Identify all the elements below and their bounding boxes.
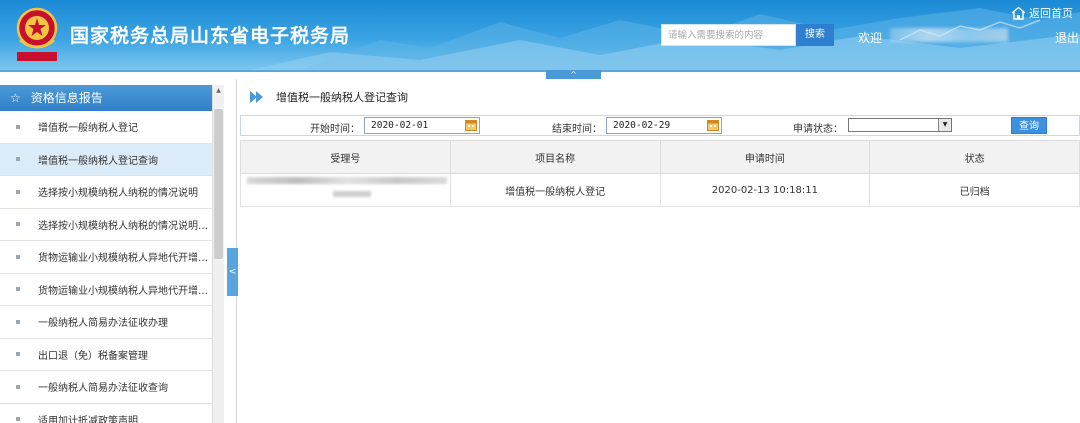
sidebar-item[interactable]: 选择按小规模纳税人纳税的情况说明 bbox=[0, 176, 212, 209]
end-date-input[interactable]: 2020-02-29 bbox=[606, 117, 722, 134]
acceptance-no-cell-redacted bbox=[240, 173, 451, 207]
calendar-icon[interactable] bbox=[465, 119, 477, 131]
bullet-icon bbox=[16, 189, 20, 194]
collapse-sidebar-toggle[interactable]: < bbox=[227, 248, 238, 296]
sidebar-item-label: 适用加计抵减政策声明 bbox=[38, 415, 138, 423]
column-header-acceptance-no: 受理号 bbox=[240, 140, 451, 174]
sidebar-item[interactable]: 货物运输业小规模纳税人异地代开增值... bbox=[0, 274, 212, 306]
bullet-icon bbox=[16, 254, 20, 259]
star-icon: ☆ bbox=[10, 91, 21, 105]
start-date-input[interactable]: 2020-02-01 bbox=[364, 117, 480, 134]
home-link-label: 返回首页 bbox=[1029, 7, 1073, 20]
sidebar-item[interactable]: 货物运输业小规模纳税人异地代开增值... bbox=[0, 241, 212, 274]
home-icon bbox=[1011, 6, 1026, 20]
bullet-icon bbox=[16, 222, 20, 227]
sidebar-item[interactable]: 一般纳税人简易办法征收办理 bbox=[0, 306, 212, 339]
search-input[interactable] bbox=[661, 24, 796, 46]
apply-time-cell: 2020-02-13 10:18:11 bbox=[659, 173, 871, 207]
bullet-icon bbox=[16, 157, 20, 162]
collapse-header-toggle[interactable]: ^ bbox=[546, 70, 601, 79]
start-date-label: 开始时间： bbox=[310, 124, 360, 135]
bullet-icon bbox=[16, 384, 20, 389]
sidebar-item[interactable]: 选择按小规模纳税人纳税的情况说明查... bbox=[0, 209, 212, 241]
tax-bureau-emblem-icon bbox=[16, 7, 58, 61]
bullet-icon bbox=[16, 319, 20, 324]
status-label: 申请状态： bbox=[793, 124, 843, 135]
sidebar-item-label: 一般纳税人简易办法征收查询 bbox=[38, 383, 168, 395]
bullet-icon bbox=[16, 124, 20, 129]
status-select[interactable]: ▼ bbox=[848, 118, 952, 132]
sidebar-item-label: 货物运输业小规模纳税人异地代开增值... bbox=[38, 285, 212, 297]
sidebar-section-header[interactable]: ☆ 资格信息报告 bbox=[0, 85, 224, 111]
chevron-down-icon[interactable]: ▼ bbox=[938, 119, 951, 131]
sidebar-menu: 增值税一般纳税人登记 增值税一般纳税人登记查询 选择按小规模纳税人纳税的情况说明… bbox=[0, 111, 224, 423]
results-table: 受理号 项目名称 申请时间 状态 增值税一般纳税人登记 2020-02-13 1… bbox=[240, 140, 1080, 207]
sidebar-item-label: 货物运输业小规模纳税人异地代开增值... bbox=[38, 253, 212, 265]
query-button[interactable]: 查询 bbox=[1011, 117, 1047, 134]
page-title: 增值税一般纳税人登记查询 bbox=[276, 91, 408, 104]
start-date-value: 2020-02-01 bbox=[371, 120, 429, 131]
end-date-label: 结束时间： bbox=[552, 124, 602, 135]
sidebar-item[interactable]: 增值税一般纳税人登记 bbox=[0, 111, 212, 144]
end-date-value: 2020-02-29 bbox=[613, 120, 671, 131]
item-name-cell: 增值税一般纳税人登记 bbox=[449, 173, 661, 207]
sidebar-item[interactable]: 一般纳税人简易办法征收查询 bbox=[0, 371, 212, 404]
sidebar-item[interactable]: 适用加计抵减政策声明 bbox=[0, 404, 212, 423]
sidebar-item-label: 一般纳税人简易办法征收办理 bbox=[38, 318, 168, 330]
scrollbar-thumb[interactable] bbox=[214, 109, 223, 259]
bullet-icon bbox=[16, 417, 20, 422]
sidebar-item-label: 出口退（免）税备案管理 bbox=[38, 350, 148, 362]
status-cell: 已归档 bbox=[869, 173, 1080, 207]
sidebar: ☆ 资格信息报告 增值税一般纳税人登记 增值税一般纳税人登记查询 选择按小规模纳… bbox=[0, 85, 224, 423]
site-title: 国家税务总局山东省电子税务局 bbox=[70, 25, 351, 47]
scroll-up-arrow-icon[interactable]: ▲ bbox=[213, 85, 224, 97]
username-redacted bbox=[890, 28, 1008, 42]
sidebar-item[interactable]: 出口退（免）税备案管理 bbox=[0, 339, 212, 371]
sidebar-section-title: 资格信息报告 bbox=[30, 91, 103, 105]
column-header-apply-time: 申请时间 bbox=[659, 140, 871, 174]
sidebar-item-active[interactable]: 增值税一般纳税人登记查询 bbox=[0, 143, 212, 176]
double-arrow-icon bbox=[250, 91, 263, 103]
bullet-icon bbox=[16, 287, 20, 292]
sidebar-item-label: 选择按小规模纳税人纳税的情况说明查... bbox=[38, 220, 212, 232]
table-row[interactable]: 增值税一般纳税人登记 2020-02-13 10:18:11 已归档 bbox=[240, 173, 1080, 207]
page-header: 增值税一般纳税人登记查询 bbox=[250, 89, 408, 105]
search-button[interactable]: 搜索 bbox=[796, 24, 834, 46]
sidebar-item-label: 增值税一般纳税人登记 bbox=[38, 123, 138, 135]
logout-link[interactable]: 退出 bbox=[1055, 29, 1079, 46]
sidebar-item-label: 增值税一般纳税人登记查询 bbox=[38, 155, 158, 167]
column-header-item-name: 项目名称 bbox=[449, 140, 661, 174]
home-link[interactable]: 返回首页 bbox=[1011, 5, 1073, 21]
table-header-row: 受理号 项目名称 申请时间 状态 bbox=[240, 140, 1080, 174]
header-divider bbox=[0, 70, 1080, 72]
filter-bar: 开始时间： 2020-02-01 结束时间： 2020-02-29 申请状态： … bbox=[240, 115, 1080, 136]
calendar-icon[interactable] bbox=[707, 119, 719, 131]
column-header-status: 状态 bbox=[869, 140, 1080, 174]
bullet-icon bbox=[16, 352, 20, 357]
welcome-text: 欢迎 bbox=[858, 31, 883, 45]
sidebar-item-label: 选择按小规模纳税人纳税的情况说明 bbox=[38, 188, 198, 200]
top-banner: 国家税务总局山东省电子税务局 搜索 欢迎 返回首页 退出 bbox=[0, 0, 1080, 70]
sidebar-scrollbar[interactable]: ▲ bbox=[212, 85, 224, 423]
